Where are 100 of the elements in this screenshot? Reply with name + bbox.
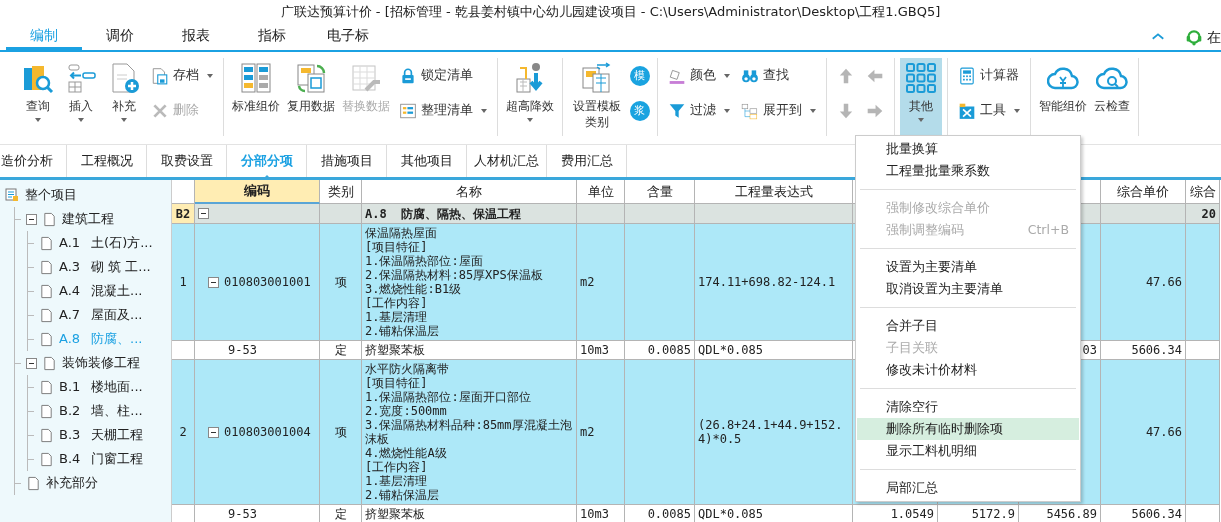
toolbar-button[interactable]: 整理清单 [396, 97, 490, 124]
tree-item[interactable]: 门窗工程 [91, 449, 144, 469]
table-cell: 挤塑聚苯板 [362, 505, 577, 522]
menu-item[interactable]: 工程量批量乘系数 [857, 160, 1079, 182]
tree-item[interactable]: A.4 [59, 281, 81, 301]
tree-item[interactable]: 整个项目 [25, 185, 77, 205]
table-cell: m2 [577, 224, 625, 341]
window-title: 广联达预算计价 - [招标管理 - 乾县姜村镇中心幼儿园建设项目 - C:\Users\Administrator\Desktop\工程1.GBQ5] [279, 3, 942, 21]
tree-item[interactable]: B.1 [59, 377, 81, 397]
tree-item[interactable]: 装饰装修工程 [62, 353, 140, 373]
toolbar-button[interactable]: 标准组价 [229, 58, 283, 136]
toolbar-button[interactable]: 复用数据 [284, 58, 338, 136]
document-icon [26, 475, 41, 491]
ribbon-tab[interactable]: 报表 [158, 24, 234, 50]
expand-toggle[interactable] [26, 357, 37, 369]
expand-toggle[interactable] [198, 208, 209, 219]
tree-item[interactable]: A.3 [59, 257, 81, 277]
tree-item[interactable]: 建筑工程 [62, 209, 114, 229]
toolbar-button[interactable]: 存档 [148, 62, 216, 89]
menu-item[interactable]: 取消设置为主要清单 [857, 278, 1079, 300]
column-header[interactable]: 编码 [195, 180, 320, 204]
table-cell: 47.66 [1101, 360, 1186, 505]
menu-item[interactable]: 设置为主要清单 [857, 256, 1079, 278]
expand-toggle[interactable] [208, 276, 219, 288]
table-cell: 0.0085 [625, 341, 695, 360]
toolbar-button[interactable]: 设置模板类别 [568, 58, 627, 136]
expand-toggle[interactable] [208, 426, 219, 438]
list-icon [399, 101, 417, 120]
toolbar-button[interactable]: 智能组价 [1035, 58, 1090, 136]
menu-item[interactable]: 清除空行 [857, 396, 1079, 418]
tree-item[interactable]: 砌 筑 工... [91, 257, 151, 277]
toolbar-button[interactable]: 其他 [899, 58, 942, 136]
menu-item[interactable]: 批量换算 [857, 138, 1079, 160]
table-icon [240, 62, 272, 94]
tree-icon [740, 101, 759, 120]
menu-item[interactable]: 删除所有临时删除项 [857, 418, 1079, 440]
table-cell: 项 [320, 224, 362, 341]
table-cell [1186, 341, 1220, 360]
copy-table-icon [295, 62, 327, 94]
tree-item[interactable]: 楼地面... [91, 377, 143, 397]
toolbar-button[interactable]: 插入 [60, 58, 102, 136]
toolbar-button[interactable]: 颜色 [664, 62, 733, 89]
table-cell-text: 9-53 [228, 506, 257, 522]
project-icon [4, 187, 20, 203]
ribbon-tab[interactable]: 电子标 [310, 24, 386, 50]
toolbar-button[interactable]: 展开到 [737, 97, 819, 124]
tools-icon [957, 101, 976, 120]
toolbar-button[interactable]: 补充 [103, 58, 145, 136]
tree-item[interactable]: 墙、柱... [91, 401, 143, 421]
menu-item[interactable]: 显示工料机明细 [857, 440, 1079, 462]
document-icon [39, 235, 54, 251]
document-icon [39, 259, 54, 275]
toolbar-button[interactable]: 工具 [954, 97, 1023, 124]
table-cell: m2 [577, 360, 625, 505]
row-number: 1 [172, 224, 195, 341]
tree-item[interactable]: 天棚工程 [91, 425, 144, 445]
table-cell: 174.11+698.82-124.1 [695, 224, 853, 341]
menu-item[interactable]: 局部汇总 [857, 477, 1079, 499]
tree-item[interactable]: B.4 [59, 449, 81, 469]
tree-item[interactable]: A.1 [59, 233, 81, 253]
insert-row-icon [65, 62, 97, 94]
tree-item[interactable]: A.7 [59, 305, 81, 325]
toolbar-button[interactable]: 查找 [737, 62, 819, 89]
row-number: 2 [172, 360, 195, 505]
table-cell: 保温隔热屋面 [项目特征] 1.保温隔热部位:屋面 2.保温隔热材料:85厚XPS保温板 3.燃烧性能:B1级 [工作内容] 1.基层清理 2.铺粘保温层 [362, 224, 577, 341]
toolbar-button[interactable]: 计算器 [954, 62, 1023, 89]
table-cell: 项 [320, 360, 362, 505]
tree-item[interactable]: B.3 [59, 425, 81, 445]
document-icon [39, 307, 54, 323]
ribbon-tab[interactable]: 指标 [234, 24, 310, 50]
table-cell: 47.66 [1101, 224, 1186, 341]
toolbar-button[interactable]: 锁定清单 [396, 62, 490, 89]
tree-item[interactable]: 屋面及... [91, 305, 143, 325]
toolbar-button[interactable]: 云检查 [1090, 58, 1133, 136]
table-cell: 挤塑聚苯板 [362, 341, 577, 360]
filter-icon [667, 101, 686, 120]
table-cell: A.8 防腐、隔热、保温工程 [362, 204, 577, 224]
table-arrow-icon [350, 62, 382, 94]
headset-icon [1185, 28, 1203, 46]
document-icon [39, 331, 54, 347]
save-icon [151, 66, 169, 85]
tree-item[interactable]: 土(石)方... [91, 233, 153, 253]
toolbar-button[interactable]: 超高降效 [503, 58, 557, 136]
toolbar-button[interactable]: 过滤 [664, 97, 733, 124]
toolbar-button[interactable]: 查询 [17, 58, 59, 136]
sheet-tab[interactable]: 造价分析 [0, 145, 67, 177]
expand-toggle[interactable] [26, 213, 37, 225]
tree-item[interactable]: 混凝土... [91, 281, 143, 301]
tree-item[interactable]: 补充部分 [46, 473, 98, 493]
shortcut-label: Ctrl+B [1027, 220, 1069, 239]
table-cell-text: 9-53 [228, 342, 257, 359]
lock-icon [399, 66, 417, 85]
document-icon [39, 451, 54, 467]
menu-item[interactable]: 合并子目 [857, 315, 1079, 337]
table-cell: (26.8+24.1+44.9+152.4)*0.5 [695, 360, 853, 505]
tree-item[interactable]: B.2 [59, 401, 81, 421]
ribbon-tab[interactable]: 调价 [82, 24, 158, 50]
table-cell [577, 204, 625, 224]
help-label[interactable]: 在 [1207, 26, 1221, 48]
menu-item[interactable]: 修改未计价材料 [857, 359, 1079, 381]
